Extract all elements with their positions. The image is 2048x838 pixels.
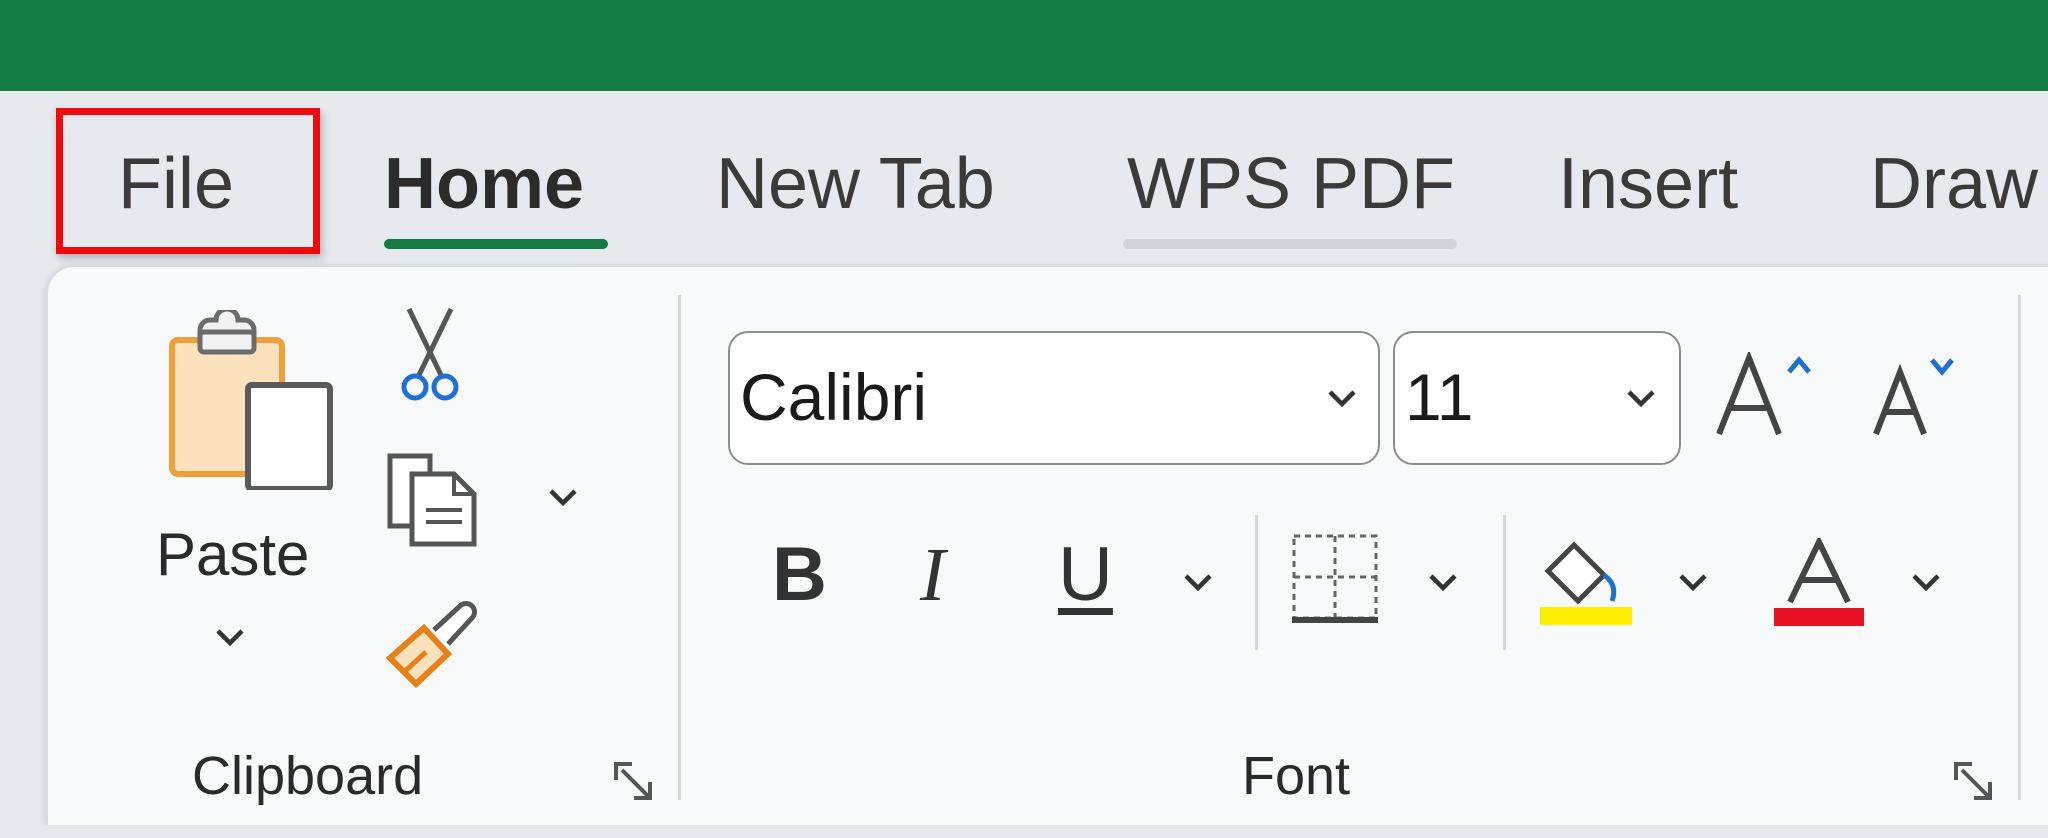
group-separator bbox=[678, 295, 681, 800]
italic-button[interactable]: I bbox=[920, 530, 945, 620]
font-size-chevron-down-icon[interactable] bbox=[1623, 386, 1659, 410]
paste-button[interactable] bbox=[160, 306, 340, 492]
format-separator bbox=[1255, 515, 1258, 650]
tab-draw[interactable]: Draw bbox=[1870, 140, 2038, 228]
font-dialog-launcher-icon[interactable] bbox=[1952, 760, 1998, 806]
tab-home[interactable]: Home bbox=[384, 140, 584, 228]
font-color-icon[interactable] bbox=[1772, 538, 1866, 628]
tab-wps-pdf[interactable]: WPS PDF bbox=[1127, 140, 1455, 228]
tab-insert[interactable]: Insert bbox=[1558, 140, 1738, 228]
copy-icon[interactable] bbox=[382, 452, 482, 548]
tab-home-underline bbox=[384, 239, 608, 249]
borders-icon[interactable] bbox=[1290, 530, 1380, 626]
decrease-font-icon[interactable] bbox=[1870, 352, 1956, 438]
title-bar bbox=[0, 0, 2048, 91]
font-name-chevron-down-icon[interactable] bbox=[1324, 386, 1360, 410]
underline-button[interactable]: U bbox=[1058, 530, 1113, 620]
format-painter-icon[interactable] bbox=[382, 598, 482, 688]
copy-chevron-down-icon[interactable] bbox=[545, 485, 581, 509]
font-size-combo[interactable]: 11 bbox=[1393, 331, 1681, 465]
increase-font-icon[interactable] bbox=[1715, 352, 1815, 438]
clipboard-dialog-launcher-icon[interactable] bbox=[612, 760, 658, 806]
font-size-value: 11 bbox=[1405, 360, 1474, 434]
file-tab-highlight bbox=[56, 108, 320, 254]
tab-wps-pdf-underline bbox=[1123, 239, 1457, 249]
format-separator-2 bbox=[1503, 515, 1506, 650]
ribbon-bottom-edge bbox=[46, 826, 2048, 838]
paste-label[interactable]: Paste bbox=[156, 520, 309, 590]
underline-chevron-down-icon[interactable] bbox=[1180, 570, 1216, 594]
cut-icon[interactable] bbox=[395, 305, 465, 405]
clipboard-group-label: Clipboard bbox=[192, 746, 424, 806]
fill-color-chevron-down-icon[interactable] bbox=[1675, 570, 1711, 594]
font-color-chevron-down-icon[interactable] bbox=[1908, 570, 1944, 594]
font-name-value: Calibri bbox=[740, 360, 928, 434]
fill-color-icon[interactable] bbox=[1538, 535, 1634, 625]
tab-new-tab[interactable]: New Tab bbox=[716, 140, 995, 228]
paste-chevron-down-icon[interactable] bbox=[212, 625, 248, 649]
font-group-label: Font bbox=[1242, 746, 1351, 806]
paste-icon bbox=[169, 306, 333, 492]
group-separator-right bbox=[2018, 295, 2021, 800]
borders-chevron-down-icon[interactable] bbox=[1425, 570, 1461, 594]
font-name-combo[interactable]: Calibri bbox=[728, 331, 1380, 465]
bold-button[interactable]: B bbox=[772, 530, 827, 620]
